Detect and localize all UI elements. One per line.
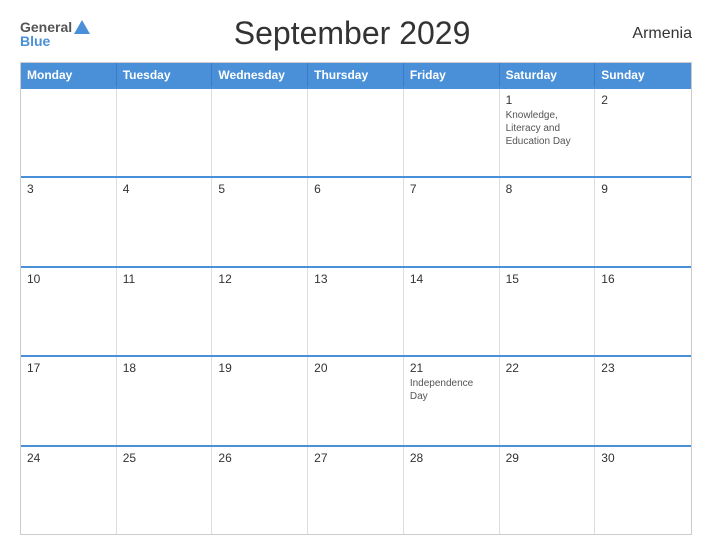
calendar-cell xyxy=(212,89,308,176)
calendar-row: 17 18 19 20 21 Independence Day 22 23 xyxy=(21,355,691,444)
day-number: 12 xyxy=(218,272,301,286)
day-number: 3 xyxy=(27,182,110,196)
day-number: 25 xyxy=(123,451,206,465)
calendar-cell: 16 xyxy=(595,268,691,355)
calendar-grid: MondayTuesdayWednesdayThursdayFridaySatu… xyxy=(20,62,692,535)
day-number: 16 xyxy=(601,272,685,286)
page-header: General Blue September 2029 Armenia xyxy=(20,15,692,52)
calendar-header: MondayTuesdayWednesdayThursdayFridaySatu… xyxy=(21,63,691,87)
calendar-cell xyxy=(21,89,117,176)
calendar-cell: 30 xyxy=(595,447,691,534)
calendar-cell: 6 xyxy=(308,178,404,265)
calendar-cell: 1 Knowledge, Literacy and Education Day xyxy=(500,89,596,176)
calendar-cell: 23 xyxy=(595,357,691,444)
logo-triangle-icon xyxy=(74,20,90,34)
holiday-label: Independence Day xyxy=(410,378,473,402)
calendar-header-cell: Saturday xyxy=(500,63,596,87)
calendar-cell: 17 xyxy=(21,357,117,444)
calendar-cell xyxy=(117,89,213,176)
calendar-row: 10 11 12 13 14 15 16 xyxy=(21,266,691,355)
calendar-header-cell: Sunday xyxy=(595,63,691,87)
calendar-cell: 11 xyxy=(117,268,213,355)
day-number: 2 xyxy=(601,93,685,107)
day-number: 6 xyxy=(314,182,397,196)
holiday-label: Knowledge, Literacy and Education Day xyxy=(506,110,571,147)
calendar-cell: 14 xyxy=(404,268,500,355)
calendar-cell: 18 xyxy=(117,357,213,444)
calendar-row: 3456789 xyxy=(21,176,691,265)
calendar-header-cell: Thursday xyxy=(308,63,404,87)
calendar-cell: 8 xyxy=(500,178,596,265)
calendar-cell: 29 xyxy=(500,447,596,534)
calendar-cell: 26 xyxy=(212,447,308,534)
day-number: 27 xyxy=(314,451,397,465)
day-number: 18 xyxy=(123,361,206,375)
day-number: 5 xyxy=(218,182,301,196)
day-number: 26 xyxy=(218,451,301,465)
calendar-cell: 2 xyxy=(595,89,691,176)
calendar-cell: 12 xyxy=(212,268,308,355)
day-number: 7 xyxy=(410,182,493,196)
calendar-row: 24 25 26 27 28 29 30 xyxy=(21,445,691,534)
day-number: 1 xyxy=(506,93,589,107)
calendar-cell: 24 xyxy=(21,447,117,534)
day-number: 17 xyxy=(27,361,110,375)
day-number: 13 xyxy=(314,272,397,286)
calendar-cell: 3 xyxy=(21,178,117,265)
calendar-body: 1Knowledge, Literacy and Education Day23… xyxy=(21,87,691,534)
calendar-cell: 5 xyxy=(212,178,308,265)
day-number: 9 xyxy=(601,182,685,196)
calendar-page: General Blue September 2029 Armenia Mond… xyxy=(0,0,712,550)
calendar-header-cell: Wednesday xyxy=(212,63,308,87)
month-title: September 2029 xyxy=(92,15,612,52)
calendar-header-cell: Monday xyxy=(21,63,117,87)
day-number: 14 xyxy=(410,272,493,286)
day-number: 23 xyxy=(601,361,685,375)
calendar-cell: 7 xyxy=(404,178,500,265)
day-number: 24 xyxy=(27,451,110,465)
calendar-header-cell: Tuesday xyxy=(117,63,213,87)
calendar-cell xyxy=(308,89,404,176)
day-number: 4 xyxy=(123,182,206,196)
day-number: 21 xyxy=(410,361,493,375)
country-label: Armenia xyxy=(612,25,692,43)
day-number: 8 xyxy=(506,182,589,196)
day-number: 20 xyxy=(314,361,397,375)
day-number: 30 xyxy=(601,451,685,465)
day-number: 28 xyxy=(410,451,493,465)
logo: General Blue xyxy=(20,19,92,49)
day-number: 15 xyxy=(506,272,589,286)
day-number: 19 xyxy=(218,361,301,375)
calendar-header-cell: Friday xyxy=(404,63,500,87)
day-number: 29 xyxy=(506,451,589,465)
logo-blue: Blue xyxy=(20,33,50,49)
calendar-cell: 28 xyxy=(404,447,500,534)
calendar-cell: 13 xyxy=(308,268,404,355)
calendar-cell: 15 xyxy=(500,268,596,355)
calendar-cell: 9 xyxy=(595,178,691,265)
day-number: 11 xyxy=(123,272,206,286)
calendar-cell: 10 xyxy=(21,268,117,355)
calendar-cell: 25 xyxy=(117,447,213,534)
calendar-cell: 22 xyxy=(500,357,596,444)
calendar-cell: 19 xyxy=(212,357,308,444)
calendar-cell xyxy=(404,89,500,176)
calendar-row: 1 Knowledge, Literacy and Education Day 2 xyxy=(21,87,691,176)
calendar-cell: 21 Independence Day xyxy=(404,357,500,444)
calendar-cell: 4 xyxy=(117,178,213,265)
day-number: 22 xyxy=(506,361,589,375)
calendar-cell: 27 xyxy=(308,447,404,534)
day-number: 10 xyxy=(27,272,110,286)
calendar-cell: 20 xyxy=(308,357,404,444)
